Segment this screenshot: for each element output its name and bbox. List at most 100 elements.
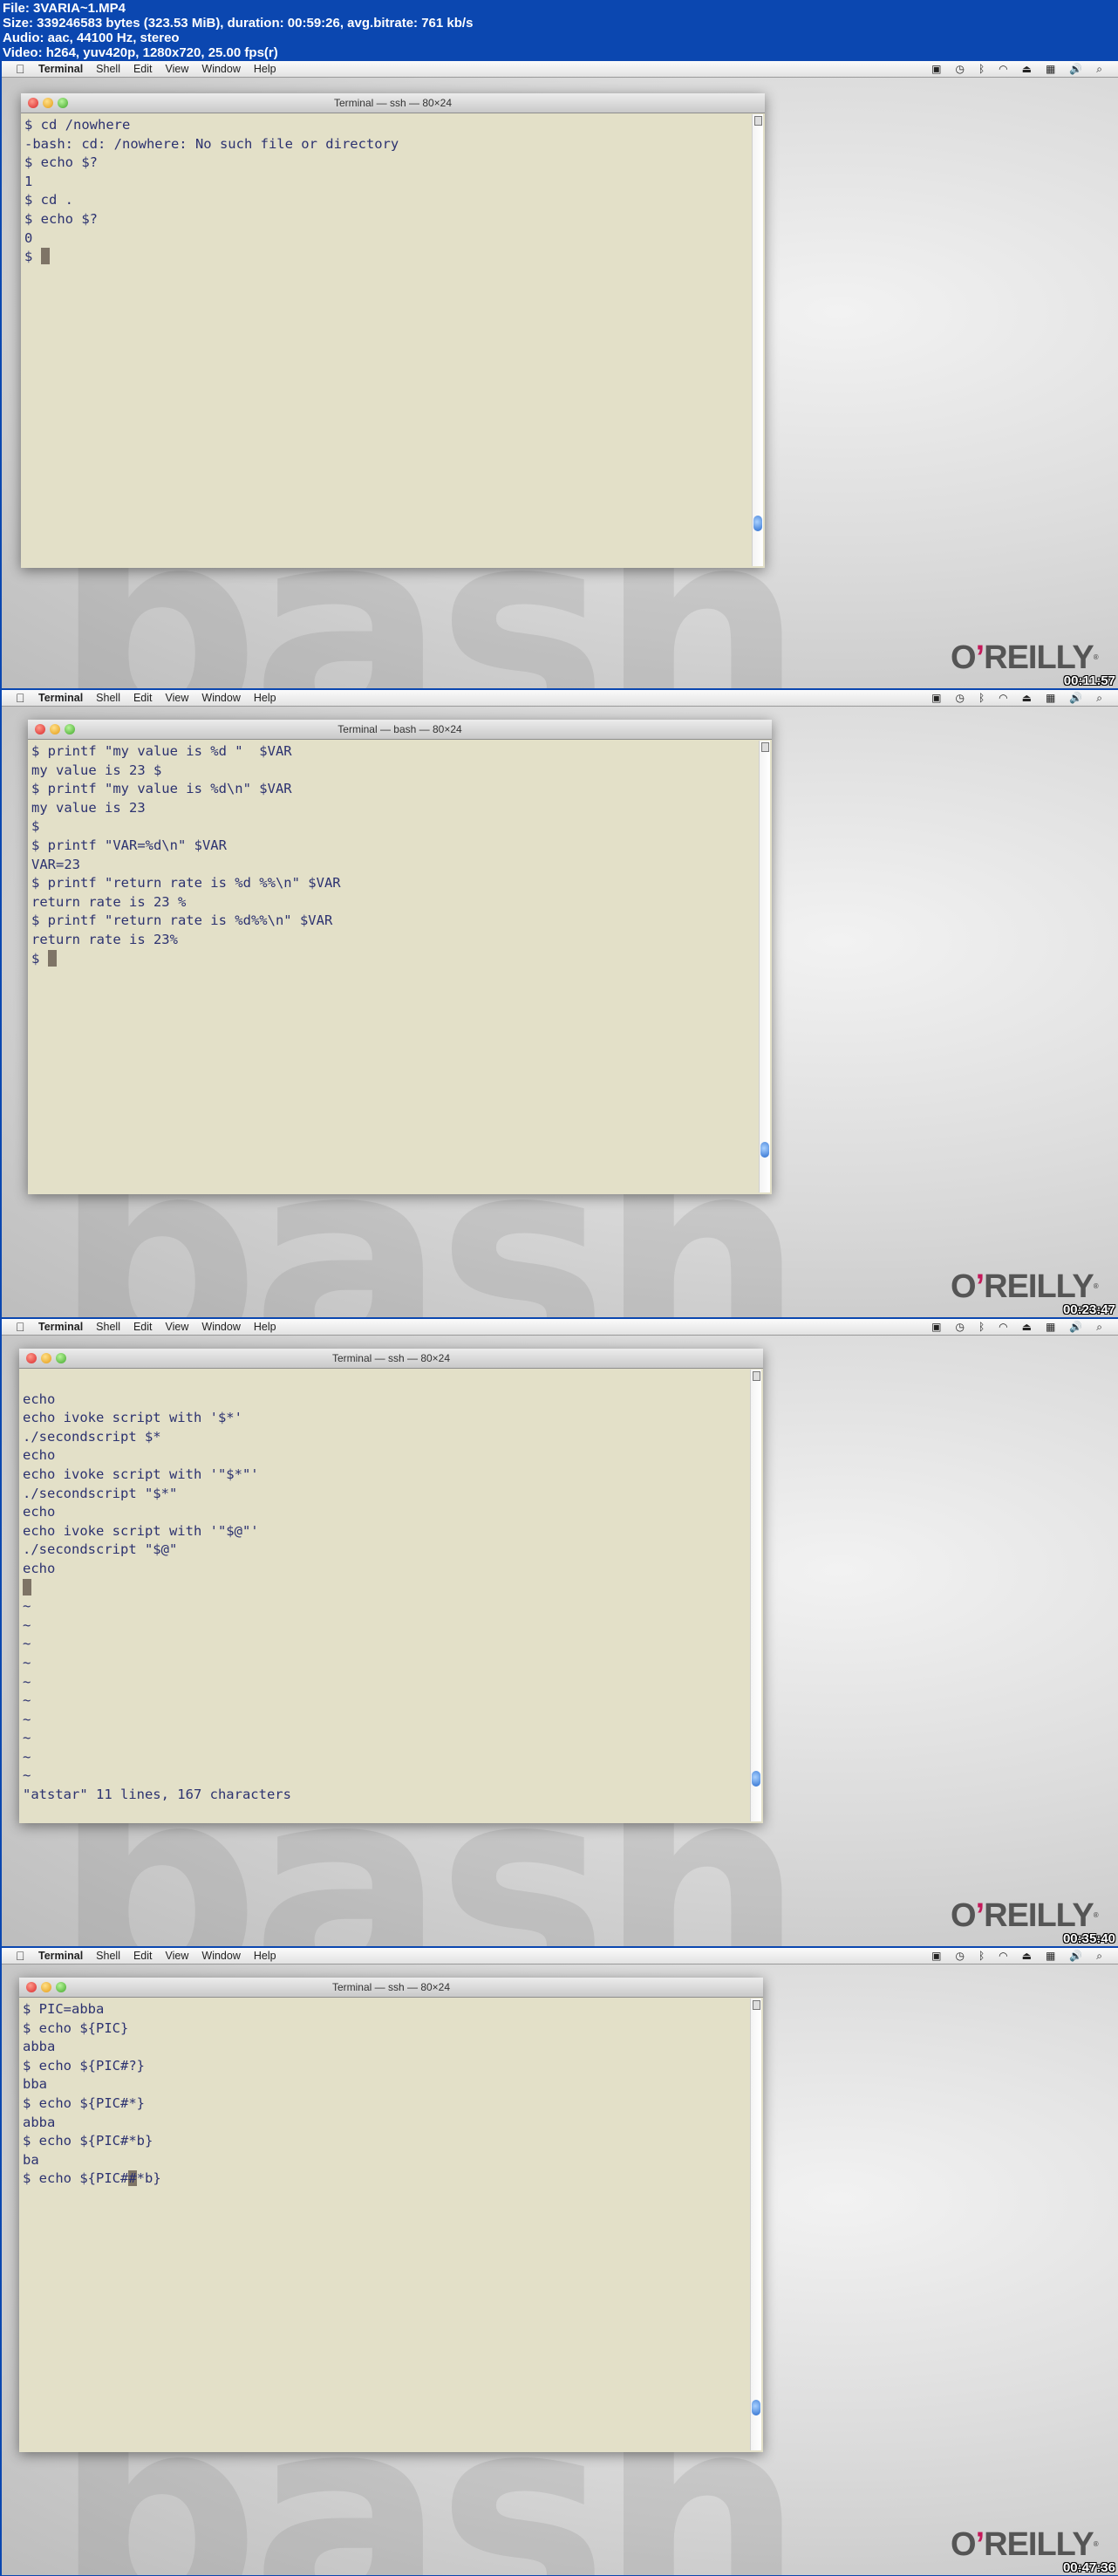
scrollbar-thumb[interactable] [752,2400,760,2415]
bluetooth-icon[interactable]: ᛒ [978,61,985,77]
menu-view[interactable]: View [166,690,189,706]
menu-shell[interactable]: Shell [96,690,120,706]
apple-icon[interactable]:  [16,1948,25,1964]
terminal-line: abba [23,2114,56,2130]
spaces-icon[interactable]: ▦ [1046,1319,1055,1335]
menu-window[interactable]: Window [201,1319,240,1335]
menu-terminal[interactable]: Terminal [38,1319,83,1335]
eject-icon[interactable]: ⏏ [1022,1948,1032,1964]
volume-icon[interactable]: 🔊 [1069,690,1082,706]
terminal-line: -bash: cd: /nowhere: No such file or dir… [24,135,399,152]
time-machine-icon[interactable]: ◷ [955,690,964,706]
scrollbar-thumb[interactable] [760,1142,769,1158]
terminal-window[interactable]: Terminal — ssh — 80×24 $ PIC=abba $ echo … [19,1978,763,2452]
scrollbar-thumb[interactable] [753,516,762,531]
time-machine-icon[interactable]: ◷ [955,1948,964,1964]
volume-icon[interactable]: 🔊 [1069,61,1082,77]
screen-record-icon[interactable]: ▣ [931,690,941,706]
spaces-icon[interactable]: ▦ [1046,61,1055,77]
menu-shell[interactable]: Shell [96,1319,120,1335]
apple-icon[interactable]:  [16,1319,25,1335]
terminal-output[interactable]: $ PIC=abba $ echo ${PIC} abba $ echo ${PIC#… [23,2000,749,2189]
menu-view[interactable]: View [166,1319,189,1335]
menu-help[interactable]: Help [254,61,276,77]
video-frame:  Terminal Shell Edit View Window Help ▣ ◷ ᛒ ◠ ⏏ ▦… [2,1319,1118,1946]
terminal-output[interactable]: $ cd /nowhere -bash: cd: /nowhere: No suc… [24,116,751,267]
scrollbar-thumb[interactable] [752,1771,760,1787]
menu-terminal[interactable]: Terminal [38,690,83,706]
terminal-line: $ echo ${PIC#*} [23,2094,145,2111]
terminal-line: $ echo ${PIC} [23,2019,129,2036]
volume-icon[interactable]: 🔊 [1069,1948,1082,1964]
spaces-icon[interactable]: ▦ [1046,1948,1055,1964]
terminal-line: echo ivoke script with '$*' [23,1410,242,1426]
terminal-window[interactable]: Terminal — ssh — 80×24 $ cd /nowhere -bas… [21,93,765,568]
window-titlebar[interactable]: Terminal — ssh — 80×24 [19,1978,763,1998]
oreilly-logo: O’REILLY® [951,2526,1099,2563]
terminal-window[interactable]: Terminal — bash — 80×24 $ printf "my val… [28,720,772,1194]
split-pane-icon[interactable] [761,742,769,752]
eject-icon[interactable]: ⏏ [1022,1319,1032,1335]
screen-record-icon[interactable]: ▣ [931,1319,941,1335]
wifi-icon[interactable]: ◠ [999,1319,1007,1335]
apple-icon[interactable]:  [16,690,25,706]
menu-help[interactable]: Help [254,690,276,706]
screen-record-icon[interactable]: ▣ [931,1948,941,1964]
terminal-output[interactable]: echo echo ivoke script with '$*' ./seconds… [23,1371,749,1805]
terminal-window[interactable]: Terminal — ssh — 80×24 echo echo ivoke sc… [19,1349,763,1823]
time-machine-icon[interactable]: ◷ [955,1319,964,1335]
time-machine-icon[interactable]: ◷ [955,61,964,77]
menu-shell[interactable]: Shell [96,61,120,77]
terminal-line: $ [31,818,40,835]
terminal-line: echo [23,1504,56,1520]
scrollbar[interactable] [752,114,763,566]
eject-icon[interactable]: ⏏ [1022,61,1032,77]
timestamp: 00:23:47 [1062,1302,1115,1317]
scrollbar[interactable] [750,1370,761,1821]
wifi-icon[interactable]: ◠ [999,690,1007,706]
spaces-icon[interactable]: ▦ [1046,690,1055,706]
spotlight-search-icon[interactable]: ⌕ [1096,1948,1102,1964]
menu-terminal[interactable]: Terminal [38,1948,83,1964]
split-pane-icon[interactable] [754,116,762,126]
scrollbar[interactable] [750,1999,761,2450]
menu-window[interactable]: Window [201,1948,240,1964]
terminal-line: $ echo $? [24,154,98,171]
menu-window[interactable]: Window [201,690,240,706]
bluetooth-icon[interactable]: ᛒ [978,690,985,706]
window-titlebar[interactable]: Terminal — bash — 80×24 [28,720,772,740]
spotlight-search-icon[interactable]: ⌕ [1096,61,1102,77]
terminal-output[interactable]: $ printf "my value is %d " $VAR my value … [31,742,758,968]
scrollbar[interactable] [759,741,770,1192]
menu-help[interactable]: Help [254,1319,276,1335]
menu-help[interactable]: Help [254,1948,276,1964]
window-titlebar[interactable]: Terminal — ssh — 80×24 [21,93,765,113]
terminal-line: $ printf "my value is %d " $VAR [31,743,292,759]
menu-terminal[interactable]: Terminal [38,61,83,77]
menu-shell[interactable]: Shell [96,1948,120,1964]
spotlight-search-icon[interactable]: ⌕ [1096,1319,1102,1335]
bluetooth-icon[interactable]: ᛒ [978,1319,985,1335]
menu-edit[interactable]: Edit [133,690,153,706]
split-pane-icon[interactable] [753,1371,760,1381]
menu-view[interactable]: View [166,61,189,77]
menu-edit[interactable]: Edit [133,61,153,77]
bluetooth-icon[interactable]: ᛒ [978,1948,985,1964]
apple-icon[interactable]:  [16,61,25,77]
wifi-icon[interactable]: ◠ [999,61,1007,77]
wifi-icon[interactable]: ◠ [999,1948,1007,1964]
menu-window[interactable]: Window [201,61,240,77]
screen-record-icon[interactable]: ▣ [931,61,941,77]
volume-icon[interactable]: 🔊 [1069,1319,1082,1335]
menu-edit[interactable]: Edit [133,1319,153,1335]
menu-edit[interactable]: Edit [133,1948,153,1964]
spotlight-search-icon[interactable]: ⌕ [1096,690,1102,706]
eject-icon[interactable]: ⏏ [1022,690,1032,706]
window-titlebar[interactable]: Terminal — ssh — 80×24 [19,1349,763,1369]
terminal-line: echo [23,1560,56,1576]
terminal-line: ~ [23,1748,31,1765]
audio-info: Audio: aac, 44100 Hz, stereo [3,31,180,45]
split-pane-icon[interactable] [753,2000,760,2010]
menu-view[interactable]: View [166,1948,189,1964]
terminal-line: return rate is 23% [31,931,178,947]
